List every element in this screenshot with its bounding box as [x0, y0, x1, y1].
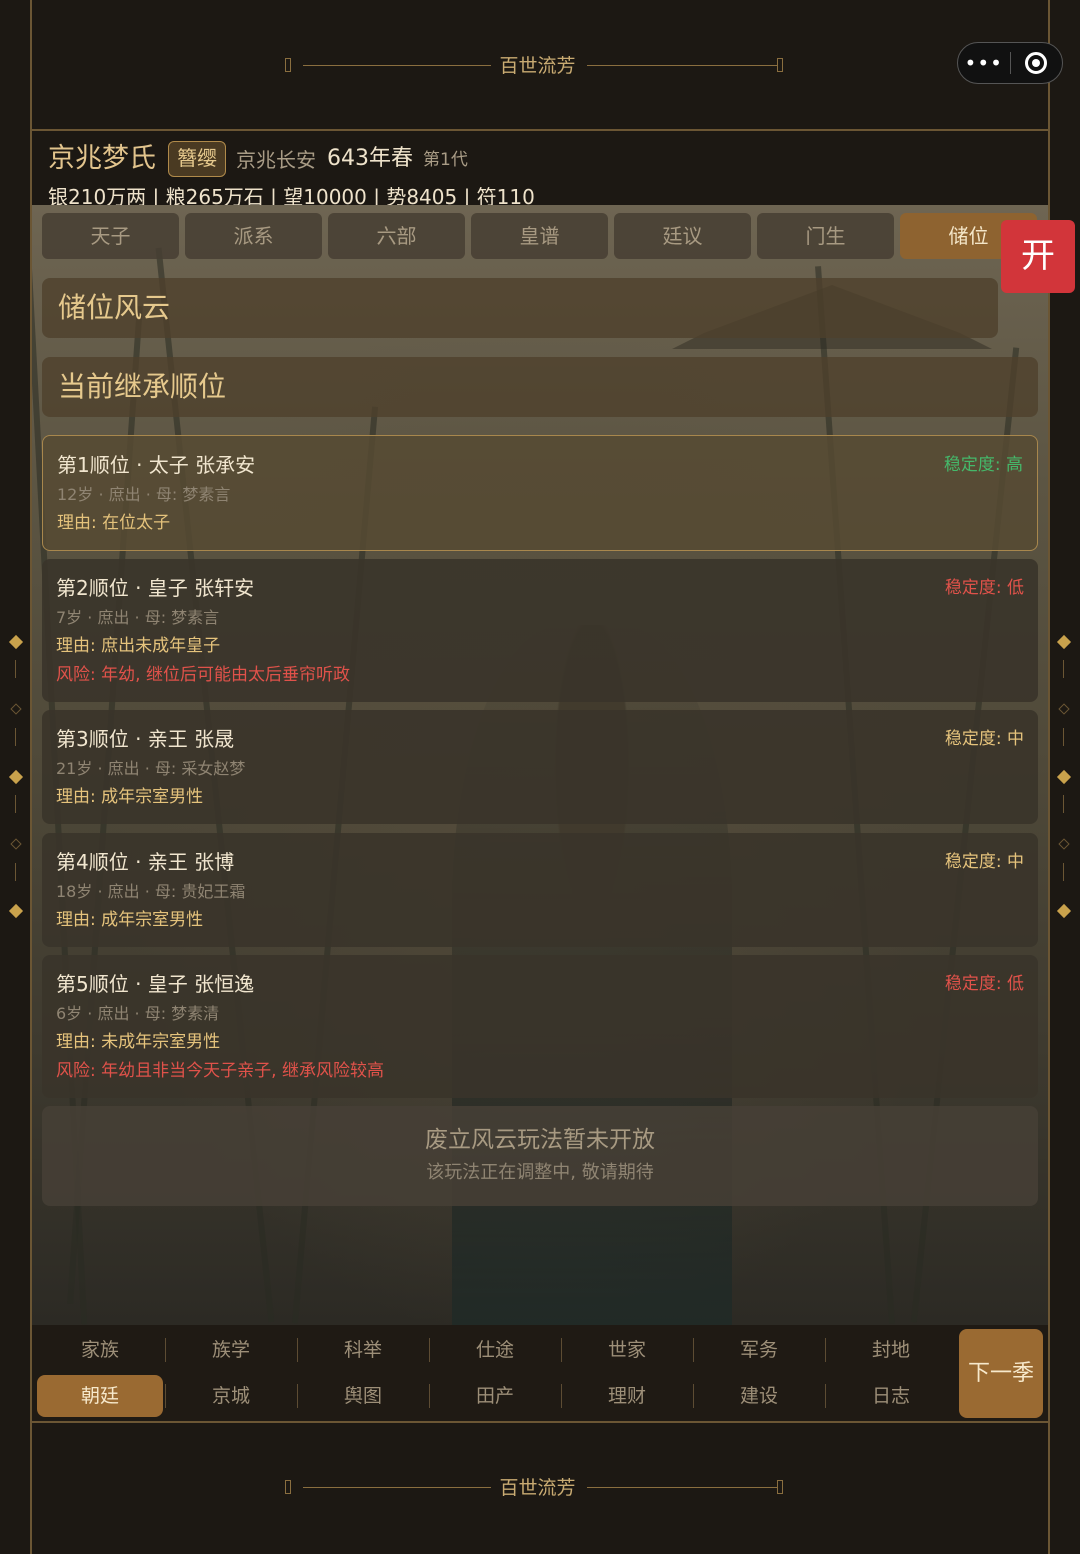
- rank-badge: 簪缨: [168, 141, 226, 177]
- tab-paixi[interactable]: 派系: [185, 213, 322, 259]
- stability-label: 稳定度: 中: [944, 852, 1024, 872]
- tab-tingyi[interactable]: 廷议: [614, 213, 751, 259]
- open-button[interactable]: 开: [1001, 220, 1075, 293]
- closed-feature-notice: 废立风云玩法暂未开放 该玩法正在调整中, 敬请期待: [42, 1106, 1038, 1206]
- miniapp-capsule: •••: [957, 42, 1063, 84]
- heir-risk: 风险: 年幼且非当今天子亲子, 继承风险较高: [56, 1061, 384, 1081]
- heir-card[interactable]: 第5顺位 · 皇子 张恒逸 稳定度: 低 6岁 · 庶出 · 母: 梦素清 理由…: [42, 955, 1038, 1098]
- top-banner: 百世流芳: [0, 52, 1080, 80]
- heir-reason: 理由: 成年宗室男性: [56, 787, 204, 807]
- heir-reason: 理由: 在位太子: [57, 513, 171, 533]
- nav-fengdi[interactable]: 封地: [828, 1329, 954, 1371]
- stability-label: 稳定度: 低: [944, 578, 1024, 598]
- stability-label: 稳定度: 高: [943, 455, 1023, 475]
- nav-licai[interactable]: 理财: [564, 1375, 690, 1417]
- nav-shijia[interactable]: 世家: [564, 1329, 690, 1371]
- heir-card[interactable]: 第1顺位 · 太子 张承安 稳定度: 高 12岁 · 庶出 · 母: 梦素言 理…: [42, 435, 1038, 551]
- heir-risk: 风险: 年幼, 继位后可能由太后垂帘听政: [56, 665, 350, 685]
- heir-name: 第1顺位 · 太子 张承安: [57, 453, 256, 477]
- heir-card[interactable]: 第2顺位 · 皇子 张轩安 稳定度: 低 7岁 · 庶出 · 母: 梦素言 理由…: [42, 559, 1038, 702]
- heir-reason: 理由: 庶出未成年皇子: [56, 636, 221, 656]
- top-banner-title: 百世流芳: [499, 55, 576, 77]
- heir-name: 第3顺位 · 亲王 张晟: [56, 727, 235, 751]
- heir-name: 第4顺位 · 亲王 张博: [56, 850, 235, 874]
- closed-notice-subtitle: 该玩法正在调整中, 敬请期待: [426, 1162, 654, 1183]
- family-name: 京兆梦氏: [48, 143, 156, 174]
- tab-huangpu[interactable]: 皇谱: [471, 213, 608, 259]
- heir-name: 第2顺位 · 皇子 张轩安: [56, 576, 255, 600]
- close-miniapp-icon[interactable]: [1010, 52, 1062, 74]
- bottom-banner: 百世流芳: [0, 1474, 1080, 1502]
- family-place: 京兆长安: [236, 148, 316, 172]
- section-title: 储位风云: [42, 278, 998, 338]
- nav-jianshe[interactable]: 建设: [696, 1375, 822, 1417]
- nav-junwu[interactable]: 军务: [696, 1329, 822, 1371]
- heir-reason: 理由: 未成年宗室男性: [56, 1032, 221, 1052]
- tab-tianzi[interactable]: 天子: [42, 213, 179, 259]
- heir-card[interactable]: 第3顺位 · 亲王 张晟 稳定度: 中 21岁 · 庶出 · 母: 采女赵梦 理…: [42, 710, 1038, 824]
- left-ornament-icon: [8, 634, 24, 650]
- heir-info: 7岁 · 庶出 · 母: 梦素言: [56, 608, 220, 627]
- heir-reason: 理由: 成年宗室男性: [56, 910, 204, 930]
- tab-mensheng[interactable]: 门生: [757, 213, 894, 259]
- generation: 第1代: [423, 150, 468, 170]
- current-year: 643年春: [327, 146, 413, 171]
- bottom-banner-title: 百世流芳: [499, 1477, 576, 1499]
- heir-card[interactable]: 第4顺位 · 亲王 张博 稳定度: 中 18岁 · 庶出 · 母: 贵妃王霜 理…: [42, 833, 1038, 947]
- closed-notice-title: 废立风云玩法暂未开放: [425, 1127, 655, 1153]
- nav-keju[interactable]: 科举: [300, 1329, 426, 1371]
- nav-shitu[interactable]: 仕途: [432, 1329, 558, 1371]
- nav-jingcheng[interactable]: 京城: [168, 1375, 294, 1417]
- stability-label: 稳定度: 低: [944, 974, 1024, 994]
- nav-yutu[interactable]: 舆图: [300, 1375, 426, 1417]
- section-subtitle: 当前继承顺位: [42, 357, 1038, 417]
- more-icon[interactable]: •••: [958, 43, 1010, 83]
- nav-rizhi[interactable]: 日志: [828, 1375, 954, 1417]
- heir-info: 18岁 · 庶出 · 母: 贵妃王霜: [56, 882, 246, 901]
- stability-label: 稳定度: 中: [944, 729, 1024, 749]
- nav-tianchan[interactable]: 田产: [432, 1375, 558, 1417]
- nav-jiazu[interactable]: 家族: [37, 1329, 163, 1371]
- next-season-button[interactable]: 下一季: [959, 1329, 1043, 1418]
- nav-chaoting[interactable]: 朝廷: [37, 1375, 163, 1417]
- heir-info: 12岁 · 庶出 · 母: 梦素言: [57, 485, 231, 504]
- heir-name: 第5顺位 · 皇子 张恒逸: [56, 972, 255, 996]
- header-divider: [32, 129, 1048, 131]
- nav-divider: [32, 1421, 1048, 1423]
- heir-info: 6岁 · 庶出 · 母: 梦素清: [56, 1004, 220, 1023]
- nav-zuxue[interactable]: 族学: [168, 1329, 294, 1371]
- heir-info: 21岁 · 庶出 · 母: 采女赵梦: [56, 759, 246, 778]
- tab-liubu[interactable]: 六部: [328, 213, 465, 259]
- right-ornament-icon: [1056, 634, 1072, 650]
- court-tabs: 天子 派系 六部 皇谱 廷议 门生 储位: [42, 213, 1038, 259]
